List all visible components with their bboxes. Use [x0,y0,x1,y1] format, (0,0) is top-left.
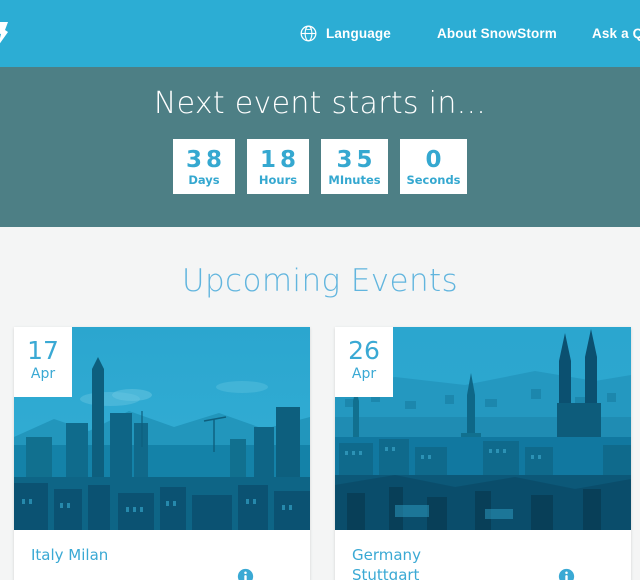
event-date-month: Apr [30,366,56,382]
event-location: Germany Stuttgart [352,546,421,580]
upcoming-events-section: Upcoming Events 17 Apr Italy Milan 26 Ap… [0,227,640,580]
event-cards-row: 17 Apr Register Now Italy Milan [0,327,640,580]
logo-mark-icon[interactable] [0,22,8,46]
event-date-day: 17 [27,336,59,365]
countdown-unit-hours: 18 Hours [247,139,309,194]
countdown-boxes: 38 Days 18 Hours 35 MInutes 0 Seconds [0,139,640,194]
countdown-section: Next event starts in... 38 Days 18 Hours… [0,67,640,227]
countdown-title: Next event starts in... [153,86,487,121]
countdown-unit-days: 38 Days [173,139,235,194]
page-title: Upcoming Events [181,263,459,299]
countdown-unit-seconds: 0 Seconds [400,139,467,194]
event-card-body: Germany Stuttgart [335,530,631,580]
event-card-body: Italy Milan [14,530,310,580]
main-nav: Language About SnowStorm Ask a Que [300,0,640,67]
countdown-label-minutes: MInutes [328,173,381,188]
event-date-badge: 26 Apr [335,327,393,397]
event-date-day: 26 [348,336,380,365]
event-location: Italy Milan [31,546,109,564]
countdown-unit-minutes: 35 MInutes [321,139,388,194]
event-card[interactable]: 17 Apr Register Now Italy Milan [14,327,310,580]
info-circle-icon[interactable] [558,568,575,580]
globe-icon [300,25,317,42]
event-card[interactable]: 26 Apr Register Now Germany Stuttgart [335,327,631,580]
event-date-month: Apr [351,366,377,382]
nav-item-language[interactable]: Language [300,25,391,42]
countdown-value-seconds: 0 [425,146,446,173]
countdown-label-seconds: Seconds [406,173,461,188]
countdown-label-days: Days [188,173,220,188]
countdown-value-hours: 18 [259,146,300,173]
countdown-label-hours: Hours [258,173,298,188]
site-header: Language About SnowStorm Ask a Que [0,0,640,67]
event-date-badge: 17 Apr [14,327,72,397]
countdown-value-days: 38 [185,146,226,173]
nav-item-ask-a-question[interactable]: Ask a Que [592,26,640,41]
info-circle-icon[interactable] [237,568,254,580]
nav-label-language: Language [326,26,391,41]
nav-item-about[interactable]: About SnowStorm [437,26,557,41]
countdown-value-minutes: 35 [336,146,377,173]
